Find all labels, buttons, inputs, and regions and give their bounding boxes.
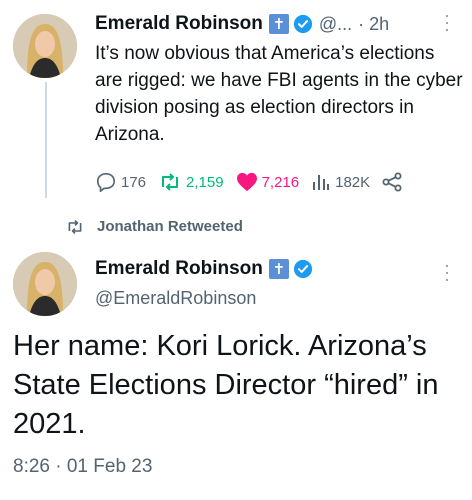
more-icon[interactable]: · · · (444, 6, 450, 38)
avatar-photo-icon (13, 252, 77, 316)
verified-badge-icon (293, 259, 312, 279)
like-button[interactable]: 7,216 (236, 172, 300, 192)
reply-icon (96, 172, 116, 192)
more-icon[interactable]: · · · (444, 256, 450, 288)
like-count: 7,216 (261, 173, 300, 191)
retweet-icon (162, 173, 179, 191)
reply-count: 176 (121, 173, 147, 191)
views-button[interactable]: 182K (311, 172, 370, 192)
avatar[interactable] (13, 252, 77, 316)
retweet-icon (68, 219, 82, 234)
tweet-actions: 176 2,159 7,216 182K (95, 172, 418, 192)
cross-badge-icon: ✝ (268, 259, 289, 279)
reply-button[interactable]: 176 (95, 172, 146, 192)
tweet-text: Her name: Kori Lorick. Arizona’s State E… (13, 330, 439, 440)
retweet-button[interactable]: 2,159 (158, 172, 224, 192)
share-icon (382, 172, 402, 192)
author-name[interactable]: Emerald Robinson (95, 258, 263, 280)
author-name[interactable]: Emerald Robinson (95, 13, 263, 35)
retweeted-text: Jonathan Retweeted (97, 218, 243, 235)
author-handle[interactable]: @EmeraldRobinson (95, 288, 256, 309)
tweet-text: It’s now obvious that America’s election… (95, 43, 463, 145)
tweet-time[interactable]: · 2h (358, 14, 389, 35)
view-count: 182K (335, 173, 371, 191)
tweet-timestamp[interactable]: 8:26 · 01 Feb 23 (13, 456, 152, 478)
cross-badge-icon: ✝ (268, 14, 289, 34)
avatar[interactable] (13, 14, 77, 78)
avatar-photo-icon (13, 14, 77, 78)
thread-line (45, 82, 47, 198)
tweet2-header: Emerald Robinson ✝ (95, 258, 313, 280)
share-button[interactable] (382, 172, 406, 192)
tweet1-header: Emerald Robinson ✝ @... · 2h (95, 13, 389, 35)
retweeted-label[interactable]: Jonathan Retweeted (65, 218, 243, 235)
like-icon (236, 172, 257, 192)
author-handle[interactable]: @... (319, 14, 352, 35)
retweet-count: 2,159 (186, 173, 224, 191)
verified-badge-icon (293, 14, 312, 34)
views-icon (313, 175, 330, 190)
